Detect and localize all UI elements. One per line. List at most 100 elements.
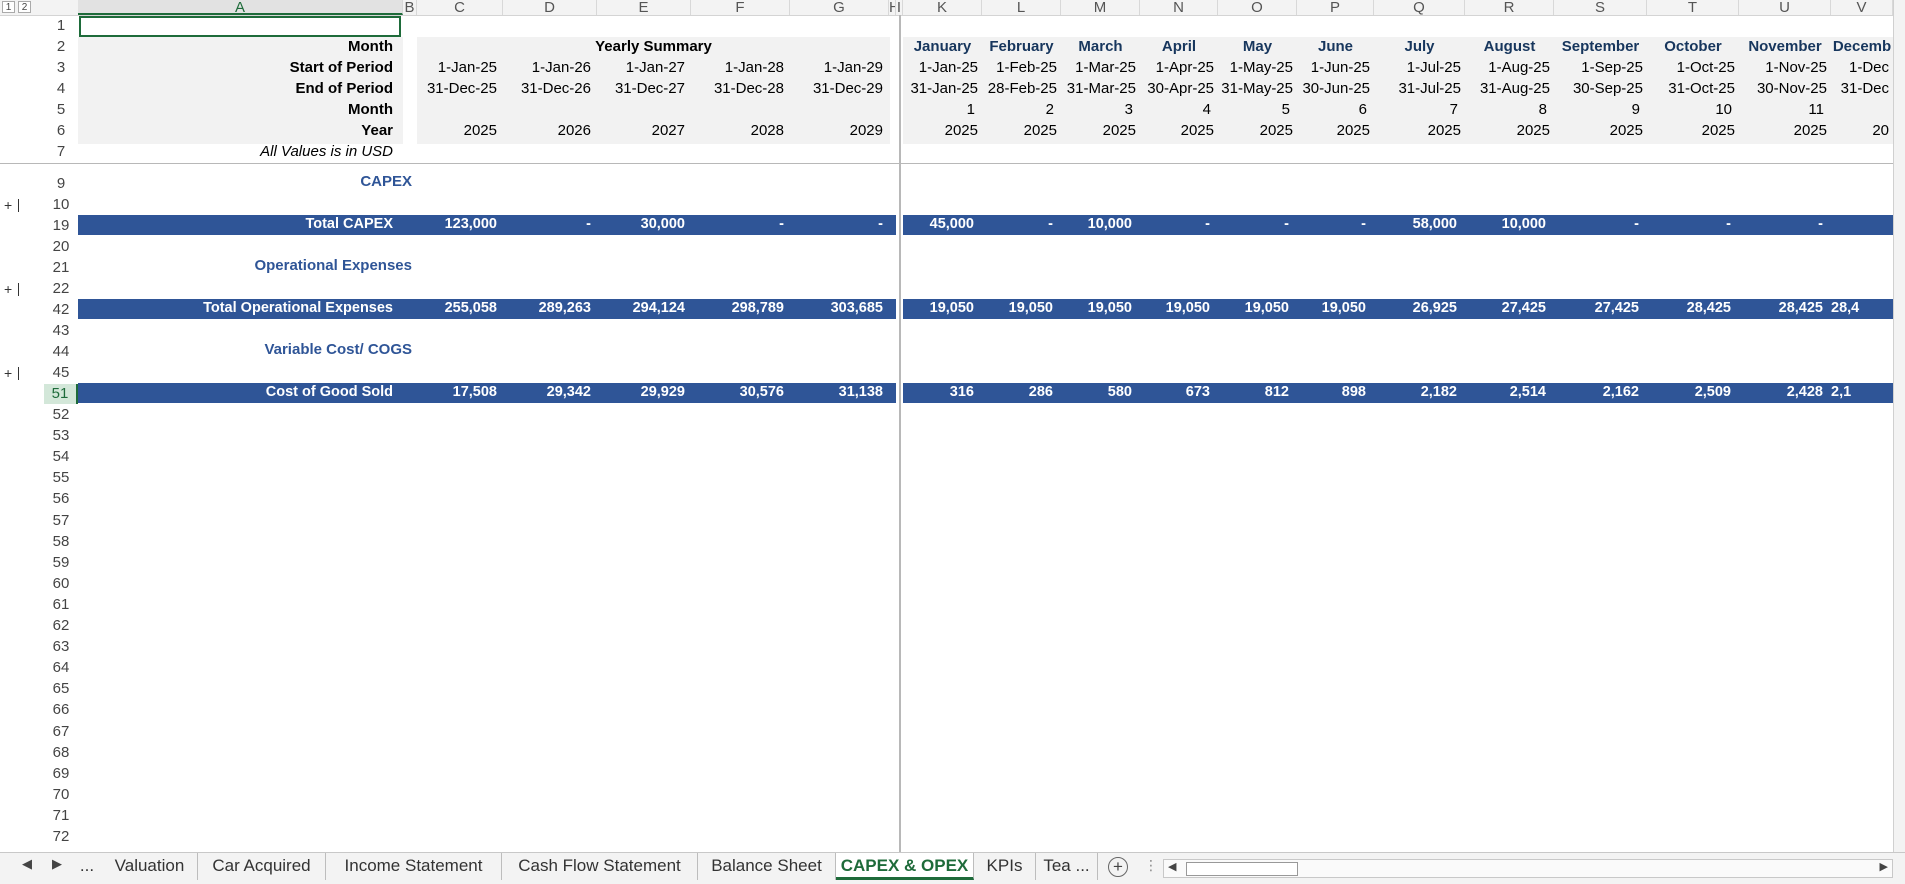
column-header-e[interactable]: E xyxy=(597,0,691,15)
row-header[interactable]: 55 xyxy=(44,468,78,488)
row-header[interactable]: 65 xyxy=(44,679,78,699)
total-monthly-value: 45,000 xyxy=(929,216,974,232)
column-header-v[interactable]: V xyxy=(1831,0,1893,15)
row-header[interactable]: 21 xyxy=(44,258,78,278)
row-header[interactable]: 7 xyxy=(44,142,78,162)
tab-more-left[interactable]: ... xyxy=(72,853,102,880)
horizontal-scroll-thumb[interactable] xyxy=(1186,862,1298,876)
row-header[interactable]: 43 xyxy=(44,321,78,341)
row-header[interactable]: 53 xyxy=(44,426,78,446)
month-end-cell: 31-Mar-25 xyxy=(1066,80,1136,97)
tab-kpis[interactable]: KPIs xyxy=(974,853,1036,880)
total-monthly-value: 316 xyxy=(949,384,974,400)
row-header[interactable]: 51 xyxy=(44,384,78,404)
total-monthly-value: 2,514 xyxy=(1509,384,1546,400)
row-header[interactable]: 5 xyxy=(44,100,78,120)
expand-opex-icon[interactable]: + xyxy=(4,281,12,297)
column-header-a[interactable]: A xyxy=(78,0,403,15)
column-header-q[interactable]: Q xyxy=(1374,0,1465,15)
row-header[interactable]: 63 xyxy=(44,637,78,657)
row-header[interactable]: 1 xyxy=(44,16,78,36)
row-header[interactable]: 6 xyxy=(44,121,78,141)
column-header-m[interactable]: M xyxy=(1061,0,1140,15)
column-header-b[interactable]: B xyxy=(403,0,417,15)
total-monthly-value: 19,050 xyxy=(1244,300,1289,316)
row-header[interactable]: 22 xyxy=(44,279,78,299)
tab-scroll-right-icon[interactable]: ▶ xyxy=(52,856,62,872)
row-header[interactable]: 3 xyxy=(44,58,78,78)
column-header-k[interactable]: K xyxy=(903,0,982,15)
tab-valuation[interactable]: Valuation xyxy=(102,853,198,880)
tab-balance-sheet[interactable]: Balance Sheet xyxy=(698,853,836,880)
tab-car-acquired[interactable]: Car Acquired xyxy=(198,853,326,880)
month-name-cell: July xyxy=(1404,38,1435,55)
row-header[interactable]: 60 xyxy=(44,574,78,594)
row-header[interactable]: 71 xyxy=(44,806,78,826)
column-header-o[interactable]: O xyxy=(1218,0,1297,15)
row-header[interactable]: 54 xyxy=(44,447,78,467)
column-header-s[interactable]: S xyxy=(1554,0,1647,15)
month-start-cell: 1-Jun-25 xyxy=(1310,59,1370,76)
column-header-t[interactable]: T xyxy=(1647,0,1739,15)
row-header[interactable]: 20 xyxy=(44,237,78,257)
row-header[interactable]: 42 xyxy=(44,300,78,320)
tab-income-statement[interactable]: Income Statement xyxy=(326,853,502,880)
row-header[interactable]: 58 xyxy=(44,532,78,552)
row-header[interactable]: 61 xyxy=(44,595,78,615)
row-header[interactable]: 10 xyxy=(44,195,78,215)
outline-level-2-button[interactable]: 2 xyxy=(18,1,31,13)
row-header[interactable]: 64 xyxy=(44,658,78,678)
expand-cogs-icon[interactable]: + xyxy=(4,365,12,381)
scroll-left-icon[interactable]: ◀ xyxy=(1168,860,1176,873)
column-header-n[interactable]: N xyxy=(1140,0,1218,15)
month-end-cell: 31-May-25 xyxy=(1221,80,1293,97)
total-monthly-value: 2,428 xyxy=(1786,384,1823,400)
tab-scroll-left-icon[interactable]: ◀ xyxy=(22,856,32,872)
row-header[interactable]: 56 xyxy=(44,489,78,509)
column-header-u[interactable]: U xyxy=(1739,0,1831,15)
row-header[interactable]: 19 xyxy=(44,216,78,236)
selected-cell-a1[interactable] xyxy=(79,16,401,37)
row-header[interactable]: 45 xyxy=(44,363,78,383)
vertical-scrollbar[interactable] xyxy=(1893,0,1905,852)
row-header[interactable]: 4 xyxy=(44,79,78,99)
tab-tea[interactable]: Tea ... xyxy=(1036,853,1098,880)
column-header-c[interactable]: C xyxy=(417,0,503,15)
expand-capex-icon[interactable]: + xyxy=(4,197,12,213)
row-header[interactable]: 70 xyxy=(44,785,78,805)
row-header[interactable]: 59 xyxy=(44,553,78,573)
row-header[interactable]: 68 xyxy=(44,743,78,763)
row-header[interactable]: 2 xyxy=(44,37,78,57)
month-end-cell: 31-Jul-25 xyxy=(1398,80,1461,97)
tab-cash-flow-statement[interactable]: Cash Flow Statement xyxy=(502,853,698,880)
outline-level-1-button[interactable]: 1 xyxy=(2,1,15,13)
month-end-cell: 31-Oct-25 xyxy=(1668,80,1735,97)
row-header[interactable]: 44 xyxy=(44,342,78,362)
yearly-end-cell: 31-Dec-28 xyxy=(713,80,784,97)
row-header[interactable]: 72 xyxy=(44,827,78,847)
column-header-p[interactable]: P xyxy=(1297,0,1374,15)
horizontal-scrollbar[interactable]: ◀ ▶ xyxy=(1163,859,1893,878)
row-header[interactable]: 62 xyxy=(44,616,78,636)
tab-capex-opex[interactable]: CAPEX & OPEX xyxy=(836,853,974,880)
month-start-cell: 1-Feb-25 xyxy=(996,59,1057,76)
column-header-h[interactable]: H xyxy=(889,0,896,15)
row-header[interactable]: 69 xyxy=(44,764,78,784)
row-header[interactable]: 9 xyxy=(44,174,78,194)
column-header-i[interactable]: I xyxy=(896,0,903,15)
column-header-l[interactable]: L xyxy=(982,0,1061,15)
more-options-icon[interactable]: ⋮ xyxy=(1144,857,1158,874)
row-header[interactable]: 66 xyxy=(44,700,78,720)
month-year-cell: 20 xyxy=(1872,122,1889,139)
month-start-cell: 1-Oct-25 xyxy=(1676,59,1735,76)
scroll-right-icon[interactable]: ▶ xyxy=(1880,860,1888,873)
column-header-r[interactable]: R xyxy=(1465,0,1554,15)
row-header[interactable]: 57 xyxy=(44,511,78,531)
column-header-f[interactable]: F xyxy=(691,0,790,15)
row-header[interactable]: 67 xyxy=(44,722,78,742)
yearly-year-cell: 2026 xyxy=(557,122,591,139)
row-header[interactable]: 52 xyxy=(44,405,78,425)
add-sheet-icon[interactable]: + xyxy=(1108,857,1128,877)
column-header-g[interactable]: G xyxy=(790,0,889,15)
column-header-d[interactable]: D xyxy=(503,0,597,15)
